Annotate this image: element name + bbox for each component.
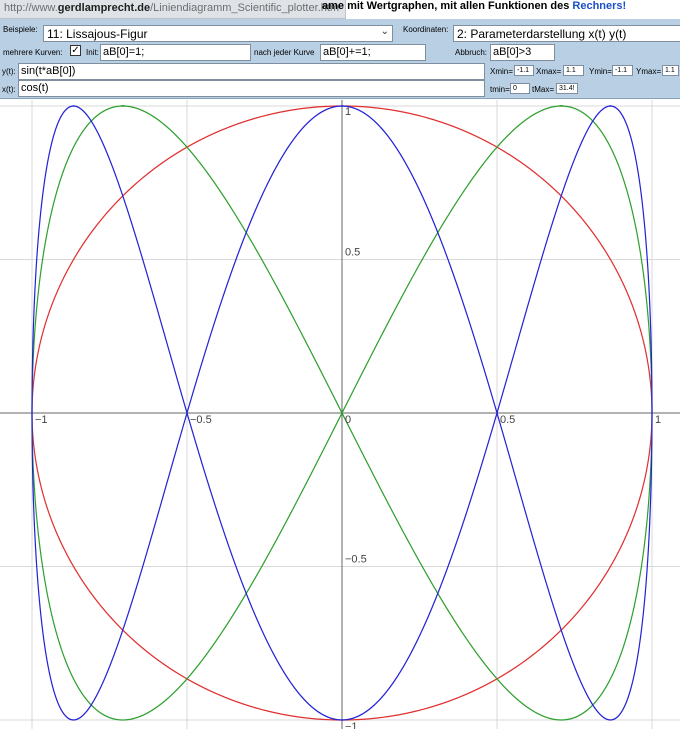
y-tick-label: 0.5 xyxy=(345,247,360,259)
abbruch-label: Abbruch: xyxy=(455,48,488,57)
y-tick-label: −0.5 xyxy=(345,554,367,566)
ymax-label: Ymax= xyxy=(636,67,662,76)
ymax-input[interactable]: 1.1 xyxy=(662,65,679,76)
header-cut-text-body: ame mit Wertgraphen, mit allen Funktione… xyxy=(322,0,573,12)
yt-input[interactable]: sin(t*aB[0]) xyxy=(18,63,485,80)
xt-input[interactable]: cos(t) xyxy=(18,80,485,97)
plot-area[interactable]: −1 −0.5 0 0.5 1 1 0.5 −0.5 −1 xyxy=(0,100,680,733)
url-prefix: http://www. xyxy=(4,2,58,14)
axes xyxy=(0,100,680,729)
header-cut-text: ame mit Wertgraphen, mit allen Funktione… xyxy=(322,0,680,13)
abbruch-input[interactable]: aB[0]>3 xyxy=(490,44,555,61)
x-tick-label: −0.5 xyxy=(190,414,212,426)
init-input[interactable]: aB[0]=1; xyxy=(100,44,251,61)
ymin-label: Ymin= xyxy=(589,67,612,76)
x-tick-label: −1 xyxy=(35,414,48,426)
tmax-input[interactable]: 31.4! xyxy=(556,83,578,94)
beispiele-value: 11: Lissajous-Figur xyxy=(47,27,148,41)
y-tick-label: 1 xyxy=(345,106,351,118)
xmin-label: Xmin= xyxy=(490,67,513,76)
x-tick-label: 0.5 xyxy=(500,414,515,426)
init-label: Init: xyxy=(86,48,99,57)
xt-label: x(t): xyxy=(2,85,16,94)
xmax-input[interactable]: 1.1 xyxy=(563,65,584,76)
mehrere-kurven-checkbox[interactable]: ✓ xyxy=(70,45,81,56)
controls-panel: Beispiele: 11: Lissajous-Figur ⌄ Koordin… xyxy=(0,19,680,99)
url-host: gerdlamprecht.de xyxy=(57,2,151,14)
koordinaten-label: Koordinaten: xyxy=(403,25,449,34)
x-tick-label: 0 xyxy=(345,414,351,426)
rechner-link[interactable]: Rechners! xyxy=(572,0,626,12)
beispiele-label: Beispiele: xyxy=(3,25,38,34)
yt-label: y(t): xyxy=(2,67,16,76)
beispiele-select[interactable]: 11: Lissajous-Figur ⌄ xyxy=(43,25,393,42)
koordinaten-select[interactable]: 2: Parameterdarstellung x(t) y(t) xyxy=(453,25,680,42)
grid xyxy=(0,100,680,729)
xmin-input[interactable]: -1.1 xyxy=(514,65,534,76)
y-tick-label: −1 xyxy=(345,721,358,729)
tmax-label: tMax= xyxy=(532,85,555,94)
lissajous-plot: −1 −0.5 0 0.5 1 1 0.5 −0.5 −1 xyxy=(0,100,680,733)
tmin-input[interactable]: 0 xyxy=(510,83,530,94)
mehrere-kurven-label: mehrere Kurven: xyxy=(3,48,63,57)
url-path: /Liniendiagramm_Scientific_plotter.htm xyxy=(150,2,340,14)
ymin-input[interactable]: -1.1 xyxy=(612,65,633,76)
nach-jeder-kurve-input[interactable]: aB[0]+=1; xyxy=(320,44,426,61)
xmax-label: Xmax= xyxy=(536,67,562,76)
koordinaten-value: 2: Parameterdarstellung x(t) y(t) xyxy=(457,27,627,41)
chevron-down-icon: ⌄ xyxy=(380,26,389,37)
x-tick-label: 1 xyxy=(655,414,661,426)
url-bar[interactable]: http://www.gerdlamprecht.de/Liniendiagra… xyxy=(0,0,347,19)
tmin-label: tmin= xyxy=(490,85,510,94)
url-strip: http://www.gerdlamprecht.de/Liniendiagra… xyxy=(0,0,680,19)
nach-jeder-kurve-label: nach jeder Kurve xyxy=(254,48,315,57)
